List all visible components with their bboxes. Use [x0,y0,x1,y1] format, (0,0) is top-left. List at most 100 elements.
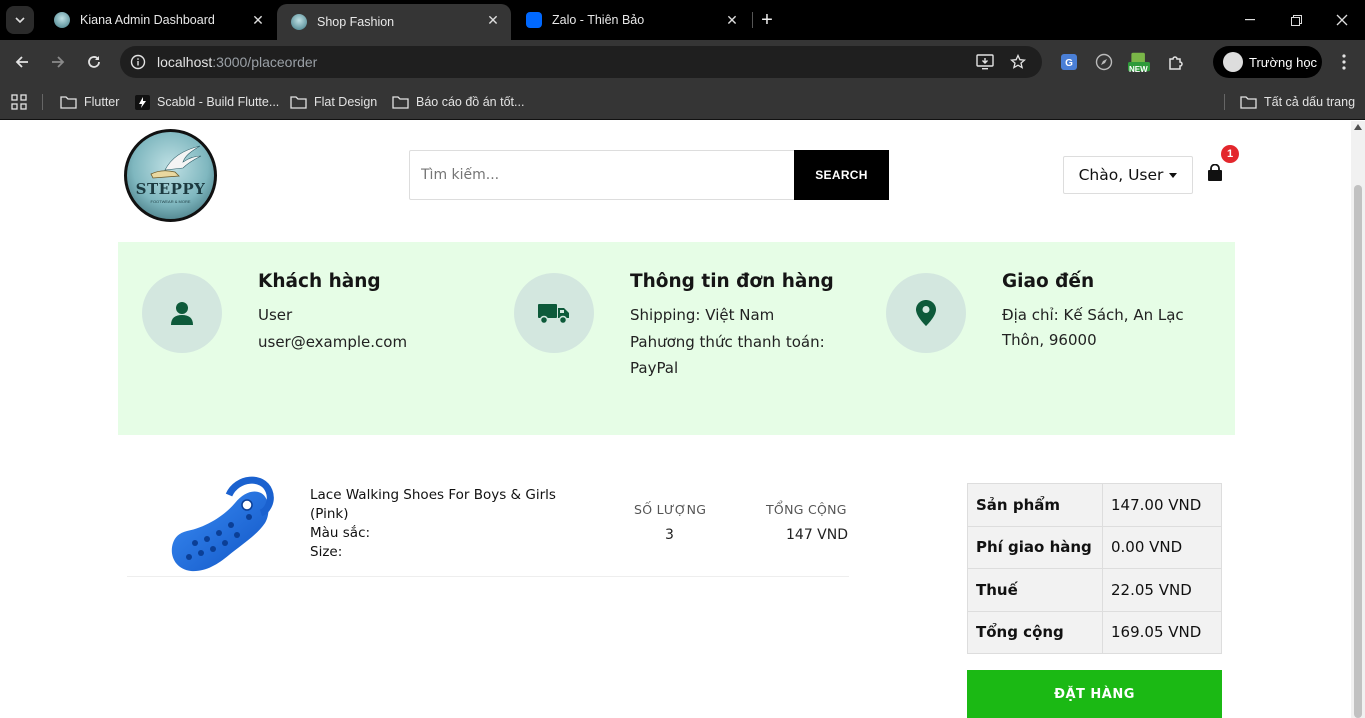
summary-label: Thuế [967,568,1103,612]
folder-icon [290,95,307,109]
bookmarks-bar: Flutter Scabld - Build Flutte... Flat De… [0,84,1365,120]
customer-name: User [258,306,293,324]
svg-text:G: G [1065,58,1073,69]
bookmark-label: Flutter [84,95,120,109]
summary-row-shipping: Phí giao hàng 0.00 VND [967,525,1222,569]
shipping-line: Shipping: Việt Nam [630,306,775,324]
bookmark-label: Báo cáo đồ án tốt... [416,95,525,109]
order-summary-table: Sản phẩm 147.00 VND Phí giao hàng 0.00 V… [967,483,1222,654]
summary-row-tax: Thuế 22.05 VND [967,568,1222,612]
scroll-up-arrow-icon[interactable] [1354,124,1362,130]
minimize-icon[interactable] [1240,10,1260,30]
url-host: localhost [157,54,213,70]
translate-extension-icon[interactable]: G [1058,51,1080,73]
chevron-down-icon [15,17,25,23]
all-bookmarks[interactable]: Tất cả dấu trang [1240,92,1355,112]
window-close-icon[interactable] [1332,10,1352,30]
close-icon[interactable]: ✕ [250,12,266,28]
new-badge: NEW [1129,65,1148,74]
close-icon[interactable]: ✕ [485,12,501,28]
bookmark-scabld[interactable]: Scabld - Build Flutte... [135,92,279,112]
summary-row-total: Tổng cộng 169.05 VND [967,610,1222,654]
search-button[interactable]: SEARCH [794,150,889,200]
steppy-logo[interactable]: STEPPY FOOTWEAR & MORE [124,129,217,222]
tab-divider [752,12,753,28]
bookmark-divider [42,94,43,110]
bookmark-label: Flat Design [314,95,378,109]
site-favicon-icon [54,12,70,28]
payment-label: Pahương thức thanh toán: [630,333,825,351]
place-order-button[interactable]: ĐẶT HÀNG [967,670,1222,718]
search-input[interactable] [409,150,795,200]
delivery-info: Giao đến Địa chỉ: Kế Sách, An Lạc Thôn, … [886,242,1226,435]
map-marker-icon [916,300,936,326]
scrollbar-thumb[interactable] [1354,185,1362,718]
bookmark-bao-cao[interactable]: Báo cáo đồ án tốt... [392,92,524,112]
customer-title: Khách hàng [258,271,381,292]
profile-button[interactable]: Trường học [1213,46,1322,78]
quantity-value: 3 [665,527,674,543]
profile-name: Trường học [1249,54,1318,70]
summary-label: Tổng cộng [967,610,1103,654]
forward-arrow-icon[interactable] [46,50,70,74]
folder-icon [1240,95,1257,109]
bookmark-divider [1224,94,1225,110]
tab-kiana-admin[interactable]: Kiana Admin Dashboard ✕ [40,0,276,40]
order-info-panel: Khách hàng User user@example.com Thông t… [118,242,1235,435]
avatar [1223,52,1243,72]
tab-zalo[interactable]: Zalo - Thiên Bảo ✕ [512,0,750,40]
folder-icon [392,95,409,109]
url-path: :3000/placeorder [212,54,318,70]
reload-icon[interactable] [82,50,106,74]
back-arrow-icon[interactable] [10,50,34,74]
truck-icon [538,304,569,325]
tab-search-button[interactable] [6,6,34,34]
address-bar[interactable]: localhost:3000/placeorder [120,46,1042,78]
compass-extension-icon[interactable] [1093,51,1115,73]
close-icon[interactable]: ✕ [724,12,740,28]
site-info-icon[interactable] [128,52,148,72]
tab-title: Shop Fashion [317,15,395,29]
star-bookmark-icon[interactable] [1008,52,1028,72]
user-icon-circle [142,273,222,353]
quantity-header: SỐ LƯỢNG [634,502,707,517]
location-icon-circle [886,273,966,353]
puzzle-extensions-icon[interactable] [1165,51,1187,73]
tab-title: Kiana Admin Dashboard [80,13,215,27]
summary-value: 169.05 VND [1102,610,1222,654]
customer-info: Khách hàng User user@example.com [142,242,502,435]
place-order-page: STEPPY FOOTWEAR & MORE SEARCH Chào, User… [0,121,1351,718]
order-info-title: Thông tin đơn hàng [630,271,834,292]
address-line-2: Thôn, 96000 [1002,331,1097,349]
install-app-icon[interactable] [975,52,995,72]
apps-grid-icon[interactable] [11,92,27,112]
user-icon [171,302,193,325]
summary-value: 147.00 VND [1102,483,1222,527]
new-extension-icon[interactable]: NEW [1128,51,1150,74]
address-line-1: Địa chỉ: Kế Sách, An Lạc [1002,306,1184,324]
bookmark-flutter[interactable]: Flutter [60,92,119,112]
customer-email: user@example.com [258,333,408,351]
summary-label: Phí giao hàng [967,525,1103,569]
logo-subtext: FOOTWEAR & MORE [150,199,191,204]
caret-down-icon [1169,172,1178,178]
product-name: Lace Walking Shoes For Boys & Girls (Pin… [310,486,600,524]
item-total-header: TỔNG CỘNG [766,502,847,517]
restore-icon[interactable] [1286,10,1306,30]
user-menu-button[interactable]: Chào, User [1063,156,1193,194]
summary-value: 0.00 VND [1102,525,1222,569]
delivery-title: Giao đến [1002,271,1095,292]
scabld-logo-icon [135,94,150,110]
new-tab-plus-icon[interactable]: + [757,10,777,30]
user-greeting: Chào, User [1078,166,1164,184]
tab-title: Zalo - Thiên Bảo [552,13,645,27]
product-image-blue-clog [171,476,274,572]
logo-text: STEPPY [135,180,206,198]
summary-value: 22.05 VND [1102,568,1222,612]
bookmark-flat-design[interactable]: Flat Design [290,92,377,112]
tab-shop-fashion[interactable]: Shop Fashion ✕ [277,4,511,40]
more-menu-icon[interactable] [1333,51,1355,73]
page-scrollbar[interactable] [1351,121,1365,718]
summary-label: Sản phẩm [967,483,1103,527]
shopping-bag-icon[interactable] [1207,164,1223,182]
